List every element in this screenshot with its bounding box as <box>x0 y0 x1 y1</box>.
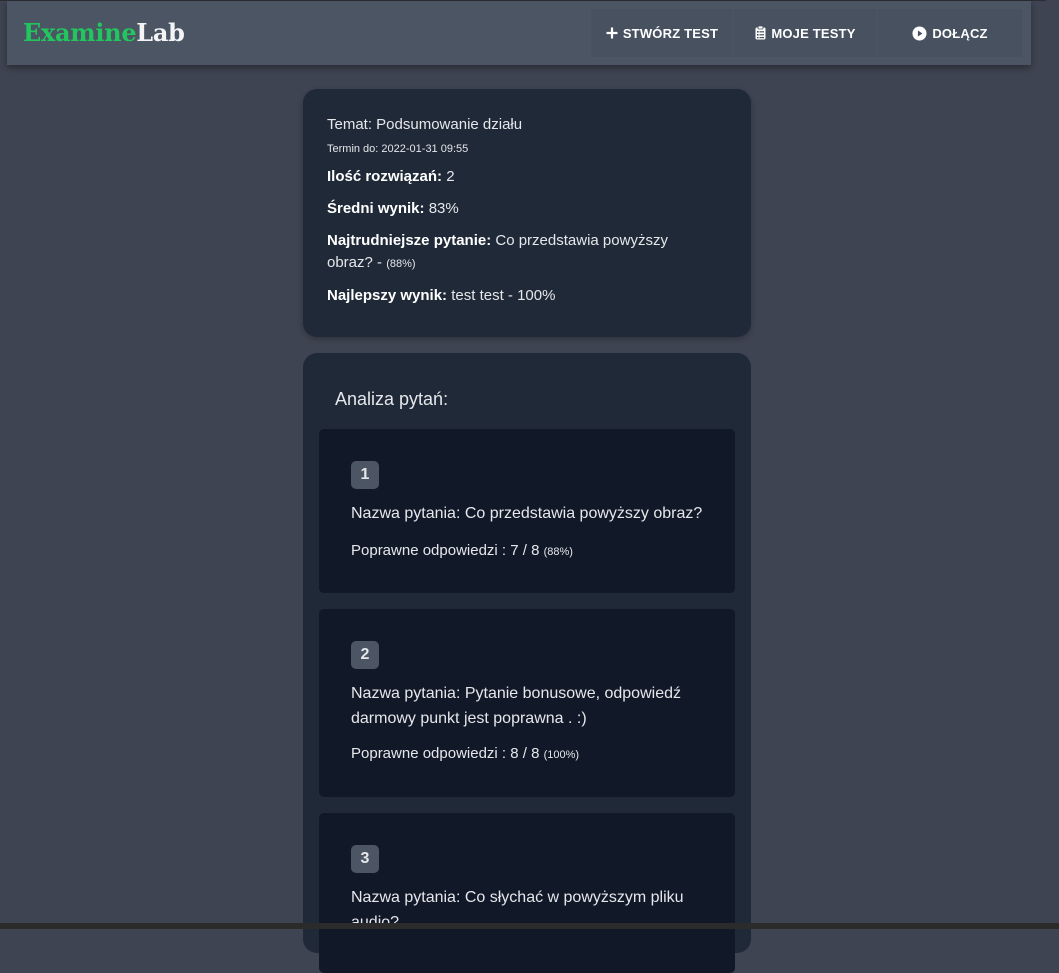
nav-buttons: STWÓRZ TEST MOJE TESTY DOŁĄCZ <box>591 9 1023 57</box>
best-score-label: Najlepszy wynik: <box>327 287 448 304</box>
correct-answers-count: Poprawne odpowiedzi : 7 / 8 <box>351 542 540 559</box>
question-number-badge: 3 <box>351 845 379 873</box>
brand-part2: Lab <box>136 18 185 47</box>
question-number-badge: 1 <box>351 461 379 489</box>
join-button[interactable]: DOŁĄCZ <box>878 9 1022 57</box>
my-tests-button[interactable]: MOJE TESTY <box>734 9 877 57</box>
question-item: 2 Nazwa pytania: Pytanie bonusowe, odpow… <box>319 609 735 797</box>
analysis-title: Analiza pytań: <box>335 389 449 409</box>
best-score: Najlepszy wynik: test test - 100% <box>327 285 707 307</box>
navbar: ExamineLab STWÓRZ TEST MOJE TESTY DOŁĄCZ <box>7 1 1031 65</box>
window-bottom-edge <box>0 923 1059 929</box>
average-score-label: Średni wynik: <box>327 200 425 217</box>
question-item: 1 Nazwa pytania: Co przedstawia powyższy… <box>319 429 735 593</box>
my-tests-label: MOJE TESTY <box>771 25 856 41</box>
question-item: 3 Nazwa pytania: Co słychać w powyższym … <box>319 813 735 973</box>
question-correct-answers: Poprawne odpowiedzi : 7 / 8 (88%) <box>351 542 573 559</box>
question-analysis-card: Analiza pytań: 1 Nazwa pytania: Co przed… <box>303 353 751 973</box>
question-number-badge: 2 <box>351 641 379 669</box>
solutions-label: Ilość rozwiązań: <box>327 168 443 185</box>
test-topic: Temat: Podsumowanie działu <box>327 116 523 133</box>
plus-icon <box>606 27 618 39</box>
question-name: Nazwa pytania: Pytanie bonusowe, odpowie… <box>351 685 681 727</box>
question-correct-answers: Poprawne odpowiedzi : 8 / 8 (100%) <box>351 745 579 762</box>
join-label: DOŁĄCZ <box>932 25 988 41</box>
brand-logo[interactable]: ExamineLab <box>23 18 185 47</box>
test-deadline: Termin do: 2022-01-31 09:55 <box>327 143 469 155</box>
correct-answers-count: Poprawne odpowiedzi : 8 / 8 <box>351 745 540 762</box>
play-circle-icon <box>912 25 927 41</box>
hardest-question: Najtrudniejsze pytanie: Co przedstawia p… <box>327 230 707 275</box>
question-name: Nazwa pytania: Co przedstawia powyższy o… <box>351 505 703 522</box>
create-test-label: STWÓRZ TEST <box>622 25 719 41</box>
hardest-question-percent: (88%) <box>386 258 416 270</box>
brand-part1: Examine <box>23 18 137 47</box>
solutions-value: 2 <box>446 168 455 185</box>
best-score-value: test test - 100% <box>451 287 556 304</box>
create-test-button[interactable]: STWÓRZ TEST <box>591 9 733 57</box>
average-score: Średni wynik: 83% <box>327 198 707 220</box>
hardest-question-label: Najtrudniejsze pytanie: <box>327 232 492 249</box>
solutions-count: Ilość rozwiązań: 2 <box>327 166 707 188</box>
average-score-value: 83% <box>428 200 459 217</box>
correct-answers-percent: (88%) <box>543 546 573 558</box>
clipboard-list-icon <box>755 26 766 40</box>
correct-answers-percent: (100%) <box>543 749 580 761</box>
test-summary-card: Temat: Podsumowanie działu Termin do: 20… <box>303 89 751 337</box>
window-right-edge <box>1046 0 1059 929</box>
